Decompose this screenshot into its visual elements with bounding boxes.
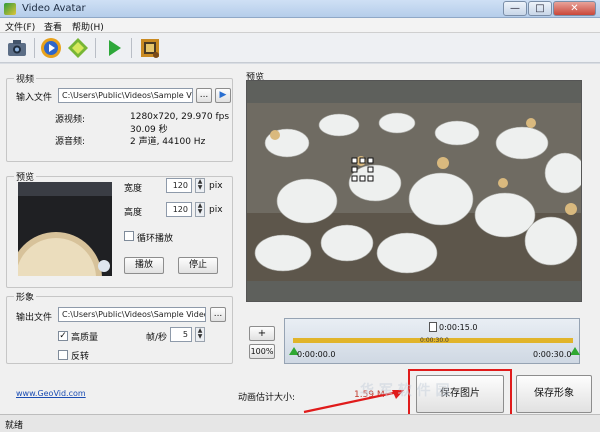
output-file-label: 输出文件 bbox=[16, 313, 53, 323]
output-file-field[interactable]: C:\Users\Public\Videos\Sample Videos\Wil… bbox=[58, 307, 206, 322]
zoom-100-button[interactable]: 100% bbox=[249, 344, 275, 359]
width-label: 宽度 bbox=[124, 184, 143, 194]
menu-file[interactable]: 文件(F) bbox=[5, 20, 35, 33]
height-stepper[interactable]: ▲ ▼ bbox=[195, 202, 205, 217]
video-letterbox-top bbox=[247, 81, 581, 103]
main-panel: 视频 输入文件 C:\Users\Public\Videos\Sample Vi… bbox=[0, 64, 600, 419]
menu-bar: 文件(F) 查看 帮助(H) bbox=[0, 18, 600, 33]
status-bar: 就绪 bbox=[0, 414, 600, 432]
gem-icon[interactable] bbox=[66, 36, 90, 60]
app-icon bbox=[4, 3, 16, 15]
fps-label: 帧/秒 bbox=[146, 333, 168, 343]
fps-input[interactable]: 5 bbox=[170, 327, 192, 342]
play-button[interactable]: 播放 bbox=[124, 257, 164, 274]
width-unit: pix bbox=[209, 181, 223, 191]
media-player-icon[interactable] bbox=[39, 36, 63, 60]
title-bar: Video Avatar — □ ✕ bbox=[0, 0, 600, 18]
fps-stepper[interactable]: ▲ ▼ bbox=[195, 327, 205, 342]
source-audio-value: 2 声道, 44100 Hz bbox=[130, 137, 206, 147]
height-label: 高度 bbox=[124, 208, 143, 218]
input-browse-button[interactable]: ... bbox=[196, 88, 212, 103]
input-play-button[interactable]: ▶ bbox=[215, 88, 231, 103]
video-frame bbox=[247, 103, 581, 281]
toolbar-separator bbox=[34, 38, 35, 58]
output-browse-button[interactable]: ... bbox=[210, 307, 226, 322]
shape-group-label: 形象 bbox=[14, 290, 37, 303]
timeline[interactable]: 0:00:15.0 0:00:30.0 0:00:00.0 0:00:30.0 bbox=[284, 318, 580, 364]
avatar-preview bbox=[18, 182, 112, 276]
high-quality-label: 高质量 bbox=[71, 333, 99, 343]
timeline-current-marker[interactable] bbox=[429, 322, 437, 332]
loop-checkbox[interactable] bbox=[124, 231, 134, 241]
video-preview[interactable] bbox=[246, 80, 582, 302]
website-link[interactable]: www.GeoVid.com bbox=[16, 389, 86, 398]
timeline-end-time: 0:00:30.0 bbox=[533, 350, 572, 359]
reverse-checkbox[interactable] bbox=[58, 350, 68, 360]
stop-button[interactable]: 停止 bbox=[178, 257, 218, 274]
menu-help[interactable]: 帮助(H) bbox=[72, 20, 104, 33]
estimate-size-label: 动画估计大小: bbox=[238, 393, 296, 403]
maximize-button[interactable]: □ bbox=[528, 1, 552, 16]
timeline-current-time: 0:00:15.0 bbox=[439, 323, 478, 332]
menu-view[interactable]: 查看 bbox=[44, 20, 62, 33]
video-group-label: 视频 bbox=[14, 72, 37, 85]
input-file-label: 输入文件 bbox=[16, 93, 53, 103]
timeline-start-time: 0:00:00.0 bbox=[297, 350, 336, 359]
width-stepper[interactable]: ▲ ▼ bbox=[195, 178, 205, 193]
height-input[interactable]: 120 bbox=[166, 202, 192, 217]
timeline-end-handle[interactable] bbox=[570, 347, 580, 355]
film-strip-icon[interactable] bbox=[138, 36, 162, 60]
source-video-label: 源视频: bbox=[55, 115, 86, 125]
minimize-button[interactable]: — bbox=[503, 1, 527, 16]
height-unit: pix bbox=[209, 205, 223, 215]
window-title: Video Avatar bbox=[22, 3, 86, 14]
save-avatar-button[interactable]: 保存形象 bbox=[516, 375, 592, 413]
watermark: 华 军 软 件 园 bbox=[360, 383, 450, 399]
close-button[interactable]: ✕ bbox=[553, 1, 596, 16]
reverse-label: 反转 bbox=[71, 352, 90, 362]
toolbar-separator bbox=[95, 38, 96, 58]
toolbar bbox=[0, 33, 600, 63]
play-icon[interactable] bbox=[102, 36, 126, 60]
status-text: 就绪 bbox=[5, 421, 24, 431]
width-input[interactable]: 120 bbox=[166, 178, 192, 193]
source-video-resolution: 1280x720, 29.970 fps bbox=[130, 112, 230, 122]
camera-icon[interactable] bbox=[6, 36, 30, 60]
toolbar-separator bbox=[131, 38, 132, 58]
source-audio-label: 源音频: bbox=[55, 137, 86, 147]
high-quality-checkbox[interactable]: ✓ bbox=[58, 331, 68, 341]
zoom-in-button[interactable]: + bbox=[249, 326, 275, 341]
video-letterbox-bottom bbox=[247, 281, 581, 301]
timeline-mid-label: 0:00:30.0 bbox=[420, 337, 449, 344]
loop-label: 循环播放 bbox=[137, 234, 174, 244]
input-file-field[interactable]: C:\Users\Public\Videos\Sample Videos\ bbox=[58, 88, 193, 103]
